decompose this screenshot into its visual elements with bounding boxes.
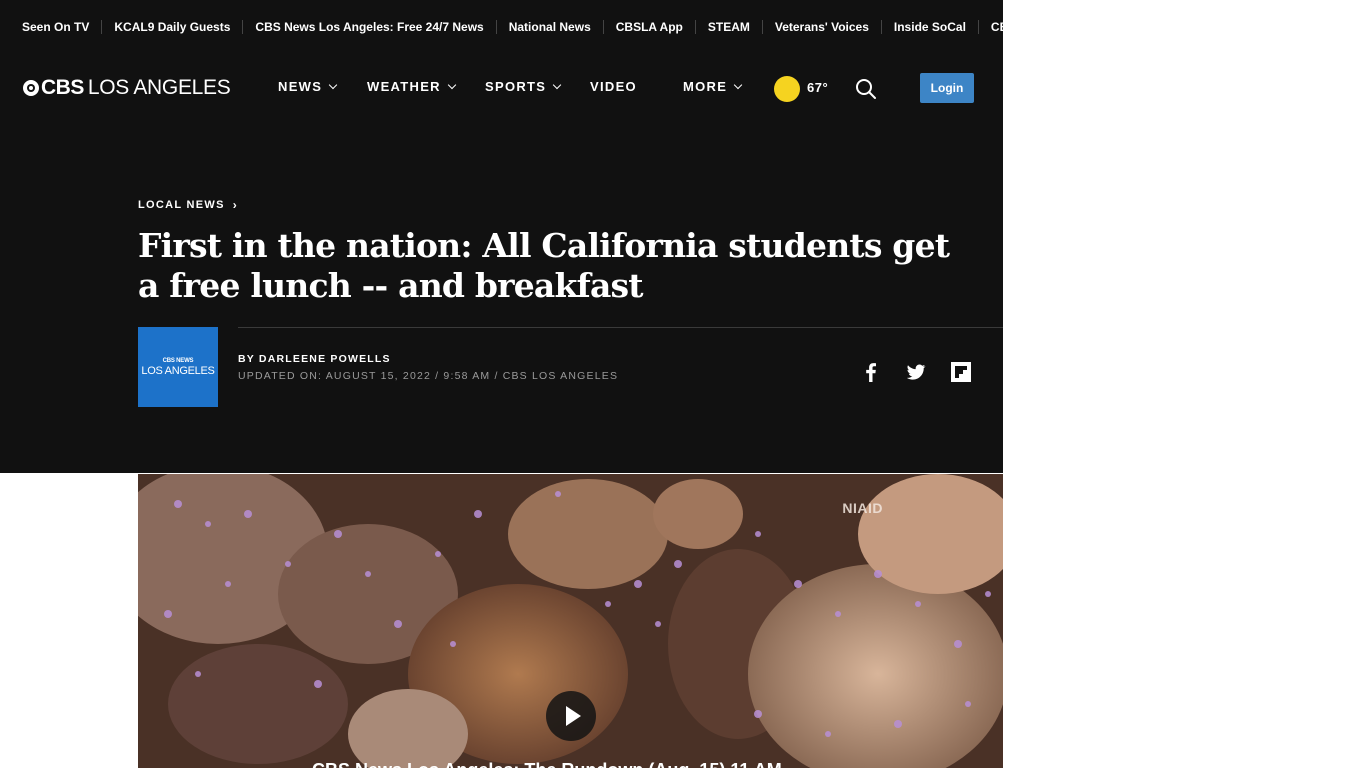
logo-brand: CBS bbox=[41, 76, 84, 99]
chevron-down-icon bbox=[733, 80, 743, 89]
top-link-steam[interactable]: STEAM bbox=[696, 20, 763, 34]
nav-video[interactable]: VIDEO bbox=[590, 79, 637, 94]
flipboard-icon[interactable] bbox=[950, 361, 972, 383]
nav-more-label: MORE bbox=[683, 79, 728, 94]
main-nav: CBS LOS ANGELES NEWS WEATHER SPORTS VIDE… bbox=[0, 62, 1003, 114]
top-link-cbs-plus[interactable]: CBS+ bbox=[979, 20, 1035, 34]
top-link-seen-on-tv[interactable]: Seen On TV bbox=[10, 20, 103, 34]
facebook-icon[interactable] bbox=[860, 361, 882, 383]
article-updated: UPDATED ON: AUGUST 15, 2022 / 9:58 AM / … bbox=[238, 370, 619, 382]
nav-weather[interactable]: WEATHER bbox=[367, 79, 457, 94]
nav-more[interactable]: MORE bbox=[683, 79, 743, 94]
top-link-national-news[interactable]: National News bbox=[497, 20, 604, 34]
chevron-down-icon bbox=[553, 80, 562, 89]
byline-divider bbox=[238, 327, 1003, 328]
chevron-down-icon bbox=[328, 80, 338, 89]
section-breadcrumb[interactable]: LOCAL NEWS › bbox=[138, 198, 238, 212]
author-avatar-station: LOS ANGELES bbox=[141, 364, 215, 377]
weather-temperature[interactable]: 67° bbox=[807, 80, 828, 95]
section-label: LOCAL NEWS bbox=[138, 199, 225, 211]
video-watermark: NIAID bbox=[842, 500, 883, 516]
search-icon[interactable] bbox=[855, 78, 877, 100]
author-avatar-brand: CBS NEWS bbox=[162, 357, 194, 364]
play-button[interactable] bbox=[546, 691, 596, 741]
nav-news[interactable]: NEWS bbox=[278, 79, 338, 94]
nav-sports-label: SPORTS bbox=[485, 79, 547, 94]
top-link-inside-socal[interactable]: Inside SoCal bbox=[882, 20, 979, 34]
nav-news-label: NEWS bbox=[278, 79, 323, 94]
article-headline: First in the nation: All California stud… bbox=[138, 226, 950, 305]
chevron-down-icon bbox=[447, 80, 457, 89]
nav-weather-label: WEATHER bbox=[367, 79, 441, 94]
video-player[interactable]: NIAID CBS News Los Angeles: The Rundown … bbox=[138, 474, 1003, 768]
top-link-veterans-voices[interactable]: Veterans' Voices bbox=[763, 20, 882, 34]
top-link-kcal9-daily-guests[interactable]: KCAL9 Daily Guests bbox=[102, 20, 244, 34]
top-links-bar: Seen On TV KCAL9 Daily Guests CBS News L… bbox=[0, 0, 1023, 54]
cbs-los-angeles-logo[interactable]: CBS LOS ANGELES bbox=[23, 76, 231, 100]
sun-icon[interactable] bbox=[774, 76, 800, 102]
article-byline: BY DARLEENE POWELLS bbox=[238, 353, 391, 365]
nav-sports[interactable]: SPORTS bbox=[485, 79, 562, 94]
login-button[interactable]: Login bbox=[920, 73, 974, 103]
chevron-right-icon: › bbox=[232, 198, 239, 212]
author-avatar: CBS NEWS LOS ANGELES bbox=[138, 327, 218, 407]
nav-video-label: VIDEO bbox=[590, 79, 637, 94]
top-link-cbsla-app[interactable]: CBSLA App bbox=[604, 20, 696, 34]
logo-station: LOS ANGELES bbox=[87, 76, 231, 99]
cbs-eye-icon bbox=[23, 80, 39, 96]
twitter-icon[interactable] bbox=[905, 361, 927, 383]
video-caption: CBS News Los Angeles: The Rundown (Aug. … bbox=[312, 760, 782, 768]
top-link-free-247-news[interactable]: CBS News Los Angeles: Free 24/7 News bbox=[243, 20, 497, 34]
